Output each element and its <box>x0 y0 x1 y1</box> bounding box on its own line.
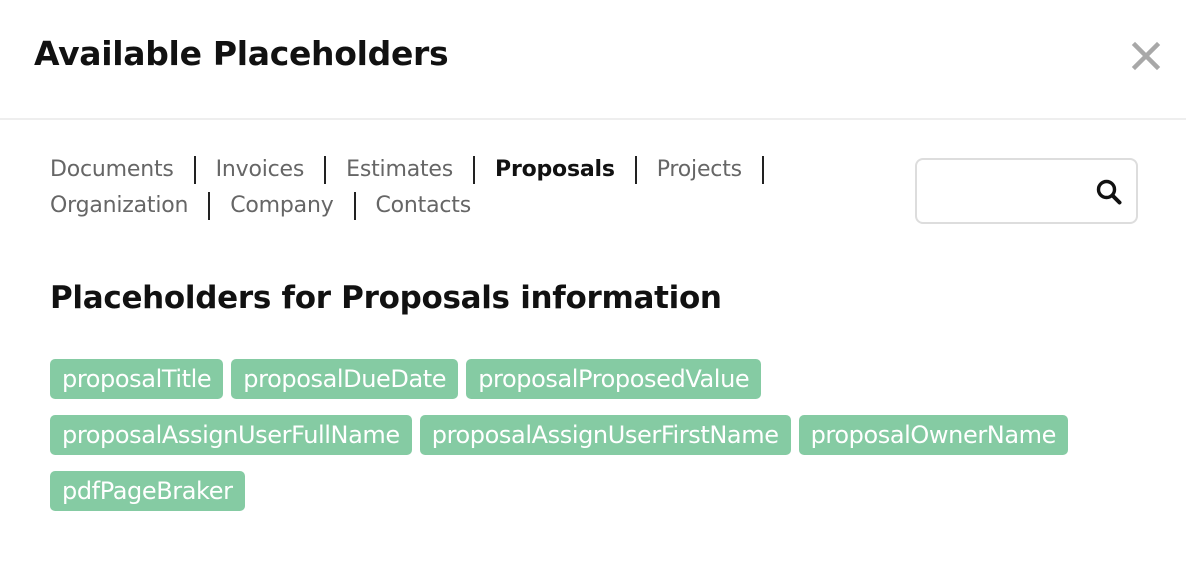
tab-estimates[interactable]: Estimates <box>346 152 453 188</box>
placeholder-chip[interactable]: proposalProposedValue <box>466 359 762 399</box>
tab-organization[interactable]: Organization <box>50 188 188 224</box>
placeholder-chip[interactable]: proposalDueDate <box>231 359 459 399</box>
tab-row-1: Documents Invoices Estimates Proposals P… <box>50 152 810 188</box>
tab-separator <box>761 156 764 184</box>
tab-proposals[interactable]: Proposals <box>495 152 615 188</box>
tab-separator <box>193 156 196 184</box>
placeholder-row: pdfPageBraker <box>50 471 1150 511</box>
placeholder-chip[interactable]: proposalAssignUserFirstName <box>419 415 791 455</box>
placeholder-row: proposalAssignUserFullName proposalAssig… <box>50 415 1150 455</box>
close-button[interactable] <box>1128 38 1164 74</box>
tab-projects[interactable]: Projects <box>657 152 742 188</box>
placeholders-modal: Available Placeholders Documents Invoice… <box>0 0 1186 564</box>
tab-separator <box>473 156 476 184</box>
search-input[interactable] <box>927 172 1087 210</box>
placeholder-chip[interactable]: proposalTitle <box>50 359 224 399</box>
close-icon <box>1131 41 1161 71</box>
tab-contacts[interactable]: Contacts <box>376 188 472 224</box>
modal-title: Available Placeholders <box>34 34 449 73</box>
search-icon[interactable] <box>1095 178 1123 206</box>
placeholder-category-tabs: Documents Invoices Estimates Proposals P… <box>50 152 810 224</box>
placeholder-row: proposalTitle proposalDueDate proposalPr… <box>50 359 1150 399</box>
placeholder-chip[interactable]: proposalAssignUserFullName <box>50 415 412 455</box>
tab-documents[interactable]: Documents <box>50 152 174 188</box>
placeholder-list: proposalTitle proposalDueDate proposalPr… <box>50 359 1150 527</box>
search-box <box>915 158 1138 224</box>
placeholder-chip[interactable]: pdfPageBraker <box>50 471 245 511</box>
tab-separator <box>324 156 327 184</box>
section-heading: Placeholders for Proposals information <box>50 280 722 316</box>
modal-header: Available Placeholders <box>0 0 1186 120</box>
tab-separator <box>634 156 637 184</box>
tab-row-2: Organization Company Contacts <box>50 188 810 224</box>
placeholder-chip[interactable]: proposalOwnerName <box>798 415 1068 455</box>
tab-company[interactable]: Company <box>230 188 333 224</box>
tab-invoices[interactable]: Invoices <box>216 152 305 188</box>
tab-separator <box>208 192 211 220</box>
tab-separator <box>353 192 356 220</box>
